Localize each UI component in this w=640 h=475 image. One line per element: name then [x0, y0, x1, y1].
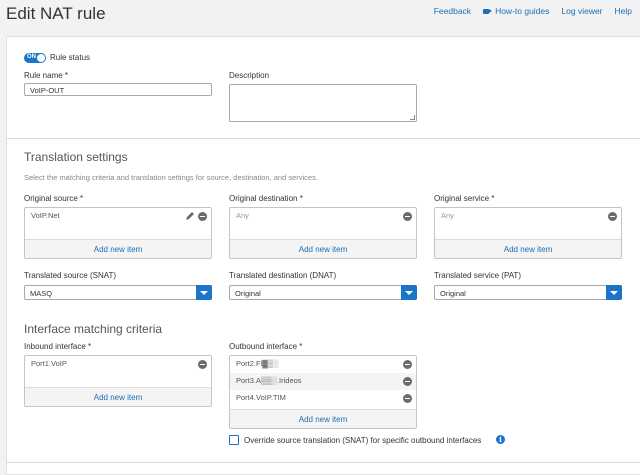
list-item-label: Any — [441, 211, 454, 220]
dnat-value: Original — [235, 289, 261, 298]
snat-label: Translated source (SNAT) — [24, 271, 117, 280]
list-item[interactable]: Any — [435, 208, 621, 225]
remove-icon[interactable] — [403, 360, 412, 369]
snat-value: MASQ — [30, 289, 53, 298]
list-item[interactable]: Port2.Fl▓▒░ — [230, 356, 416, 373]
original-destination-list: Any Add new item — [229, 207, 417, 259]
snat-select[interactable]: MASQ — [24, 285, 212, 300]
list-item-label: Port2.Fl▓▒░ — [236, 359, 279, 368]
toggle-on-text: ON — [27, 54, 36, 60]
pat-value: Original — [440, 289, 466, 298]
interface-matching-title: Interface matching criteria — [24, 322, 163, 336]
dropdown-arrow-icon[interactable] — [401, 285, 417, 300]
add-new-item-button[interactable]: Add new item — [435, 239, 621, 258]
toggle-knob — [37, 54, 45, 62]
howto-guides-label: How-to guides — [495, 6, 550, 16]
outbound-interface-list: Port2.Fl▓▒░ Port3.A▒▒░.Irideos Port4.VoI… — [229, 355, 417, 429]
remove-icon[interactable] — [198, 360, 207, 369]
section-divider — [7, 138, 640, 139]
page-title: Edit NAT rule — [6, 4, 106, 23]
video-camera-icon — [483, 8, 493, 15]
section-divider — [7, 462, 640, 463]
outbound-interface-label: Outbound interface * — [229, 342, 303, 351]
remove-icon[interactable] — [403, 212, 412, 221]
rule-status-toggle[interactable]: ON — [24, 53, 46, 63]
original-source-list: VoIP.Net Add new item — [24, 207, 212, 259]
feedback-link[interactable]: Feedback — [434, 6, 471, 16]
list-item[interactable]: Port4.VoIP.TIM — [230, 390, 416, 407]
list-item-label: Port3.A▒▒░.Irideos — [236, 376, 302, 385]
original-destination-label: Original destination * — [229, 194, 303, 203]
info-icon[interactable]: i — [496, 435, 505, 444]
pat-label: Translated service (PAT) — [434, 271, 521, 280]
translation-settings-title: Translation settings — [24, 150, 128, 164]
list-item-label: Port1.VoIP — [31, 359, 67, 368]
add-new-item-button[interactable]: Add new item — [25, 387, 211, 406]
remove-icon[interactable] — [403, 377, 412, 386]
rule-name-label: Rule name * — [24, 71, 69, 80]
inbound-interface-list: Port1.VoIP Add new item — [24, 355, 212, 407]
override-snat-label: Override source translation (SNAT) for s… — [244, 436, 482, 445]
list-item[interactable]: Port3.A▒▒░.Irideos — [230, 373, 416, 390]
help-link[interactable]: Help — [615, 6, 632, 16]
list-item[interactable]: VoIP.Net — [25, 208, 211, 225]
add-new-item-button[interactable]: Add new item — [230, 409, 416, 428]
list-item-label: Port4.VoIP.TIM — [236, 393, 286, 402]
original-service-label: Original service * — [434, 194, 495, 203]
inbound-interface-label: Inbound interface * — [24, 342, 92, 351]
page-header: Edit NAT rule Feedback How-to guides Log… — [0, 0, 640, 30]
description-label: Description — [229, 71, 270, 80]
dropdown-arrow-icon[interactable] — [196, 285, 212, 300]
pencil-icon[interactable] — [185, 211, 195, 221]
remove-icon[interactable] — [608, 212, 617, 221]
pat-select[interactable]: Original — [434, 285, 622, 300]
resize-grip-icon[interactable] — [410, 115, 415, 120]
dnat-label: Translated destination (DNAT) — [229, 271, 337, 280]
dropdown-arrow-icon[interactable] — [606, 285, 622, 300]
add-new-item-button[interactable]: Add new item — [230, 239, 416, 258]
howto-guides-link[interactable]: How-to guides — [483, 6, 549, 16]
dnat-select[interactable]: Original — [229, 285, 417, 300]
original-source-label: Original source * — [24, 194, 84, 203]
description-textarea[interactable] — [229, 84, 417, 122]
rule-form-panel: ON Rule status Rule name * VoIP-OUT Desc… — [6, 36, 640, 475]
add-new-item-button[interactable]: Add new item — [25, 239, 211, 258]
list-item[interactable]: Port1.VoIP — [25, 356, 211, 373]
original-service-list: Any Add new item — [434, 207, 622, 259]
list-item-label: VoIP.Net — [31, 211, 60, 220]
rule-name-input[interactable]: VoIP-OUT — [24, 83, 212, 96]
list-item[interactable]: Any — [230, 208, 416, 225]
remove-icon[interactable] — [198, 212, 207, 221]
top-links: Feedback How-to guides Log viewer Help — [434, 6, 632, 16]
rule-status-label: Rule status — [50, 53, 91, 62]
override-snat-checkbox[interactable] — [229, 435, 239, 445]
log-viewer-link[interactable]: Log viewer — [561, 6, 602, 16]
translation-settings-desc: Select the matching criteria and transla… — [24, 173, 318, 182]
list-item-label: Any — [236, 211, 249, 220]
remove-icon[interactable] — [403, 394, 412, 403]
